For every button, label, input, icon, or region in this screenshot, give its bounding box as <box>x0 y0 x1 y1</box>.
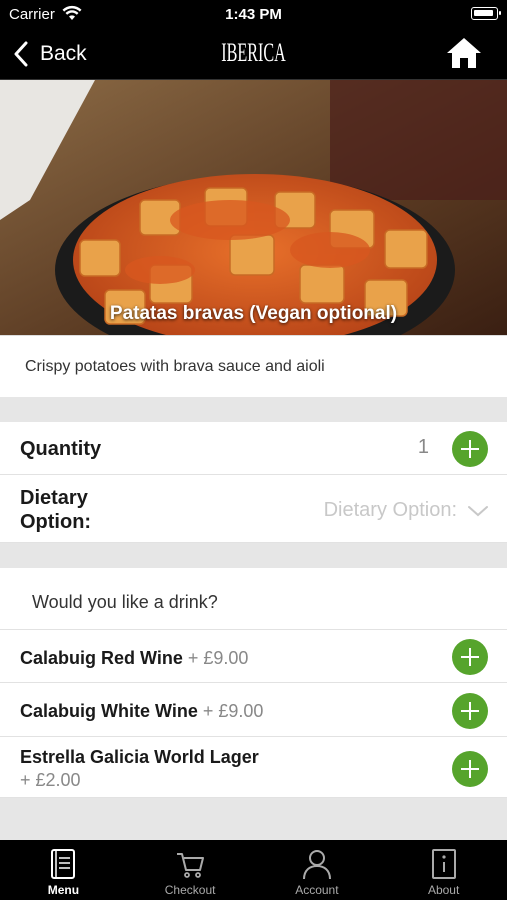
tab-label: Account <box>295 883 339 897</box>
drink-item-label: Calabuig Red Wine + £9.00 <box>20 648 248 669</box>
tab-about[interactable]: About <box>380 840 507 900</box>
drink-item: Calabuig Red Wine + £9.00 <box>0 630 507 683</box>
back-label: Back <box>40 42 87 65</box>
add-drink-button[interactable] <box>452 751 488 787</box>
dietary-option-row: Dietary Option: Dietary Option: <box>0 475 507 543</box>
chevron-down-icon <box>468 505 488 516</box>
chevron-left-icon <box>14 41 28 67</box>
add-drink-button[interactable] <box>452 639 488 675</box>
drink-item: Estrella Galicia World Lager + £2.00 <box>0 737 507 798</box>
battery-icon <box>471 7 501 20</box>
dish-title: Patatas bravas (Vegan optional) <box>109 303 398 324</box>
tab-label: About <box>427 883 460 897</box>
drink-item-label: Calabuig White Wine + £9.00 <box>20 701 263 722</box>
dish-image: Patatas bravas (Vegan optional) <box>0 80 507 335</box>
tab-account[interactable]: Account <box>254 840 381 900</box>
drink-item: Calabuig White Wine + £9.00 <box>0 683 507 737</box>
drink-price: + £9.00 <box>202 701 264 721</box>
section-divider <box>0 543 507 568</box>
home-icon[interactable] <box>445 36 483 70</box>
dietary-label-line2: Option: <box>20 511 92 533</box>
menu-book-icon <box>51 849 76 879</box>
status-time: 1:43 PM <box>225 6 282 23</box>
drink-prompt: Would you like a drink? <box>0 568 507 630</box>
tab-label: Menu <box>47 883 80 897</box>
dietary-label: Dietary Option: <box>20 486 91 534</box>
cart-icon <box>177 853 205 878</box>
drink-name: Calabuig White Wine <box>20 701 198 721</box>
back-button[interactable]: Back <box>12 38 87 70</box>
quantity-value: 1 <box>417 436 429 458</box>
dish-description: Crispy potatoes with brava sauce and aio… <box>0 335 507 397</box>
nav-bar: Back IBERICA <box>0 28 507 80</box>
status-bar: Carrier 1:43 PM <box>0 0 507 28</box>
dietary-placeholder: Dietary Option: <box>323 499 457 521</box>
bottom-spacer <box>0 798 507 840</box>
dietary-label-line1: Dietary <box>20 487 88 509</box>
drink-price: + £9.00 <box>187 648 249 668</box>
person-icon <box>302 850 331 880</box>
quantity-label: Quantity <box>20 438 102 460</box>
patatas-bravas-photo <box>0 80 507 335</box>
drink-name: Estrella Galicia World Lager <box>20 747 259 767</box>
info-icon <box>431 849 456 879</box>
dietary-option-select[interactable]: Dietary Option: <box>324 499 489 522</box>
tab-bar: Menu Checkout Account About <box>0 840 507 900</box>
quantity-increment-button[interactable] <box>452 431 488 467</box>
drink-name: Calabuig Red Wine <box>20 648 183 668</box>
tab-label: Checkout <box>164 883 216 897</box>
brand-logo: IBERICA <box>221 38 286 67</box>
add-drink-button[interactable] <box>452 693 488 729</box>
quantity-row: Quantity 1 <box>0 422 507 475</box>
tab-checkout[interactable]: Checkout <box>127 840 254 900</box>
drink-price: + £2.00 <box>20 770 81 790</box>
tab-menu[interactable]: Menu <box>0 840 127 900</box>
section-divider <box>0 397 507 422</box>
